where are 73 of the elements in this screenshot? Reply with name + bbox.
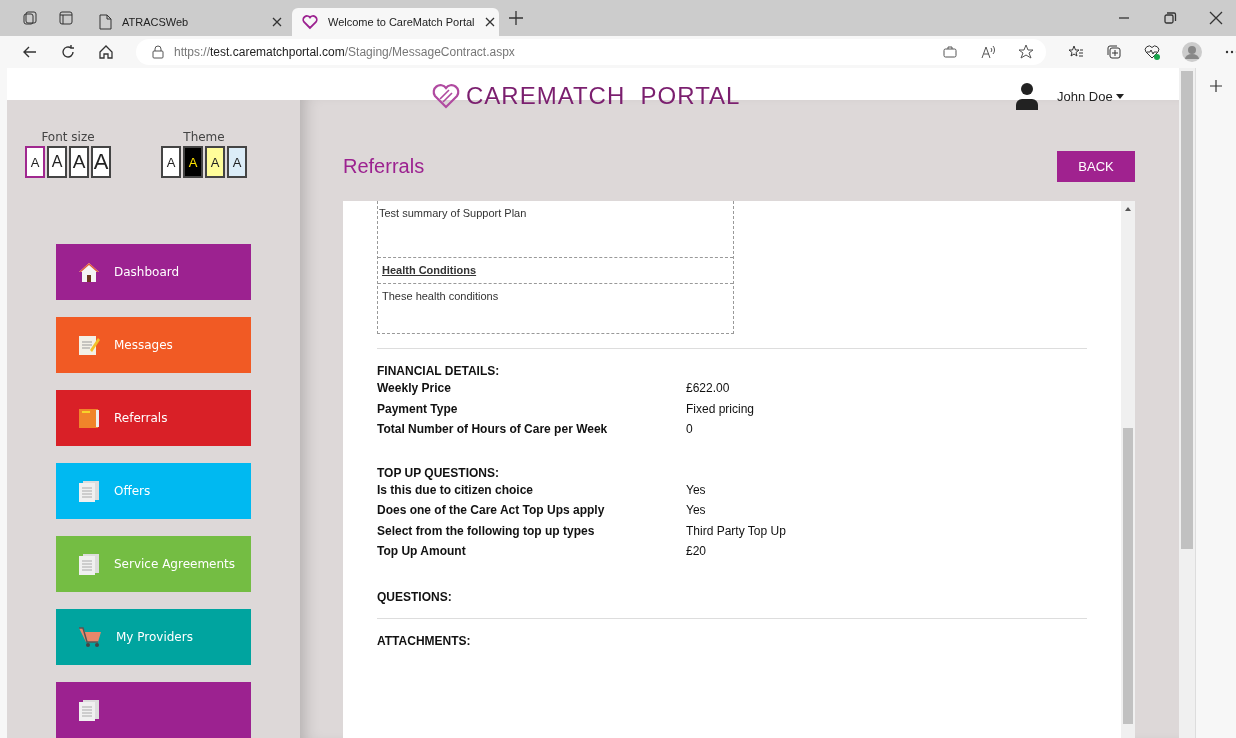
tab-view-icon[interactable] — [58, 10, 74, 26]
nav-item[interactable] — [56, 682, 251, 738]
close-icon[interactable] — [272, 17, 282, 27]
add-icon[interactable] — [1208, 78, 1224, 94]
heart-icon — [302, 14, 318, 30]
restore-icon[interactable] — [1162, 10, 1178, 26]
heart-icon — [432, 83, 460, 109]
heartbeat-icon[interactable] — [1144, 44, 1160, 60]
star-icon[interactable] — [1018, 44, 1034, 60]
refresh-icon[interactable] — [60, 44, 76, 60]
theme-option[interactable]: A — [205, 146, 225, 178]
field-label: Top Up Amount — [377, 544, 467, 559]
browser-tab[interactable]: Welcome to CareMatch Portal — [292, 8, 499, 36]
nav-item[interactable]: Referrals — [56, 390, 251, 446]
new-tab-icon[interactable] — [509, 11, 523, 25]
document-icon — [78, 699, 100, 721]
theme-option[interactable]: A — [227, 146, 247, 178]
field-label: Select from the following top up types — [377, 523, 596, 538]
browser-tab[interactable]: ATRACSWeb — [88, 8, 292, 36]
user-menu[interactable]: John Doe — [1057, 88, 1124, 104]
favorites-icon[interactable] — [1068, 44, 1084, 60]
field-value: Yes — [686, 503, 706, 518]
table-cell-text: Test summary of Support Plan — [378, 206, 528, 221]
font-size-label: Font size — [41, 130, 95, 144]
home-icon[interactable] — [98, 44, 114, 60]
field-value: £20 — [686, 544, 707, 559]
field-label: Total Number of Hours of Care per Week — [377, 422, 609, 437]
field-label: Payment Type — [377, 401, 459, 416]
font-size-option[interactable]: A — [69, 146, 89, 178]
theme-label: Theme — [183, 130, 225, 144]
font-size-option[interactable]: A — [47, 146, 67, 178]
user-icon — [1015, 82, 1039, 110]
read-aloud-icon[interactable] — [980, 44, 996, 60]
page-icon — [98, 14, 112, 30]
notepad-icon — [78, 334, 100, 356]
folder-icon — [78, 407, 100, 429]
section-title: ATTACHMENTS: — [377, 633, 472, 648]
section-title: TOP UP QUESTIONS: — [377, 465, 501, 480]
field-value: £622.00 — [686, 381, 730, 396]
scroll-up-icon[interactable] — [1124, 205, 1133, 213]
tabs-icon[interactable] — [22, 10, 38, 26]
back-arrow-icon[interactable] — [22, 44, 38, 60]
table-cell-text: These health conditions — [381, 289, 500, 304]
close-icon[interactable] — [1208, 10, 1224, 26]
page-title: Referrals — [343, 155, 425, 178]
field-value: Yes — [686, 482, 706, 497]
close-icon[interactable] — [484, 17, 495, 27]
cart-icon — [78, 626, 102, 648]
collections-icon[interactable] — [1106, 44, 1122, 60]
theme-option[interactable]: A — [183, 146, 203, 178]
back-button[interactable]: BACK — [1057, 151, 1136, 182]
site-logo[interactable]: CAREMATCH PORTAL — [466, 82, 741, 110]
profile-icon[interactable] — [1182, 42, 1202, 62]
section-title: FINANCIAL DETAILS: — [377, 364, 501, 378]
field-label: Does one of the Care Act Top Ups apply — [377, 503, 606, 518]
nav-item[interactable]: Dashboard — [56, 244, 251, 300]
field-value: Fixed pricing — [686, 401, 755, 416]
document-icon — [78, 553, 100, 575]
lock-icon[interactable] — [152, 45, 164, 59]
field-label: Is this due to citizen choice — [377, 482, 535, 497]
theme-option[interactable]: A — [161, 146, 181, 178]
field-value: 0 — [686, 422, 693, 437]
font-size-option[interactable]: A — [25, 146, 45, 178]
field-label: Weekly Price — [377, 381, 452, 396]
table-heading: Health Conditions — [378, 257, 733, 284]
section-title: QUESTIONS: — [377, 589, 453, 604]
scrollbar[interactable] — [1121, 201, 1136, 738]
field-value: Third Party Top Up — [686, 523, 786, 538]
briefcase-icon[interactable] — [942, 44, 958, 60]
scrollbar[interactable] — [1179, 68, 1196, 738]
house-icon — [78, 261, 100, 283]
document-icon — [78, 480, 100, 502]
font-size-option[interactable]: A — [91, 146, 111, 178]
